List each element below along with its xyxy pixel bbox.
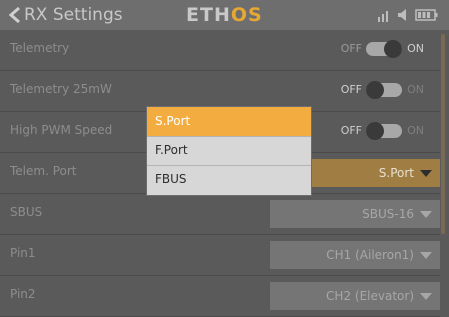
toggle-knob <box>366 81 384 99</box>
row-label: Pin2 <box>10 287 36 301</box>
app-logo: ETHOS <box>186 4 263 26</box>
dropdown-option-fport[interactable]: F.Port <box>147 136 311 166</box>
row-sbus: SBUS SBUS-16 <box>0 194 440 235</box>
toggle-track <box>366 122 402 140</box>
toggle-knob <box>384 40 402 58</box>
row-telemetry-25mw: Telemetry 25mW OFF ON <box>0 71 440 112</box>
option-label: FBUS <box>155 172 187 186</box>
back-chevron-icon[interactable] <box>8 7 22 23</box>
option-label: F.Port <box>155 143 188 157</box>
toggle-off-label: OFF <box>340 83 362 96</box>
row-pin2: Pin2 CH2 (Elevator) <box>0 276 440 317</box>
row-label: Telemetry 25mW <box>10 82 112 96</box>
toggle-on-label: ON <box>407 83 424 96</box>
signal-icon <box>377 7 391 23</box>
row-label: Pin1 <box>10 246 36 260</box>
row-label: Telem. Port <box>10 164 77 178</box>
telem-port-dropdown: S.Port F.Port FBUS <box>147 107 311 195</box>
chevron-down-icon <box>420 170 432 177</box>
volume-icon <box>397 7 409 23</box>
row-label: High PWM Speed <box>10 123 113 137</box>
telemetry-toggle[interactable]: OFF ON <box>338 40 424 58</box>
row-telemetry: Telemetry OFF ON <box>0 30 440 71</box>
row-label: SBUS <box>10 205 43 219</box>
chevron-down-icon <box>420 293 432 300</box>
high-pwm-speed-toggle[interactable]: OFF ON <box>338 122 424 140</box>
select-value: SBUS-16 <box>362 207 414 221</box>
toggle-off-label: OFF <box>340 124 362 137</box>
select-value: S.Port <box>378 166 414 180</box>
status-icons <box>377 7 439 23</box>
pin1-select[interactable]: CH1 (Aileron1) <box>270 241 440 269</box>
toggle-track <box>366 81 402 99</box>
scrollbar[interactable] <box>441 34 445 234</box>
telemetry-25mw-toggle[interactable]: OFF ON <box>338 81 424 99</box>
select-value: CH1 (Aileron1) <box>326 248 414 262</box>
dropdown-option-fbus[interactable]: FBUS <box>147 165 311 194</box>
toggle-track <box>366 40 402 58</box>
header-bar: RX Settings ETHOS <box>0 0 449 30</box>
battery-icon <box>415 7 439 23</box>
select-value: CH2 (Elevator) <box>326 289 414 303</box>
toggle-off-label: OFF <box>340 42 362 55</box>
option-label: S.Port <box>155 114 191 128</box>
toggle-on-label: ON <box>407 124 424 137</box>
toggle-knob <box>366 122 384 140</box>
row-label: Telemetry <box>10 41 70 55</box>
pin2-select[interactable]: CH2 (Elevator) <box>270 282 440 310</box>
dropdown-option-sport[interactable]: S.Port <box>147 107 311 137</box>
sbus-select[interactable]: SBUS-16 <box>270 200 440 228</box>
chevron-down-icon <box>420 252 432 259</box>
toggle-on-label: ON <box>407 42 424 55</box>
chevron-down-icon <box>420 211 432 218</box>
row-pin1: Pin1 CH1 (Aileron1) <box>0 235 440 276</box>
page-title: RX Settings <box>24 5 123 25</box>
